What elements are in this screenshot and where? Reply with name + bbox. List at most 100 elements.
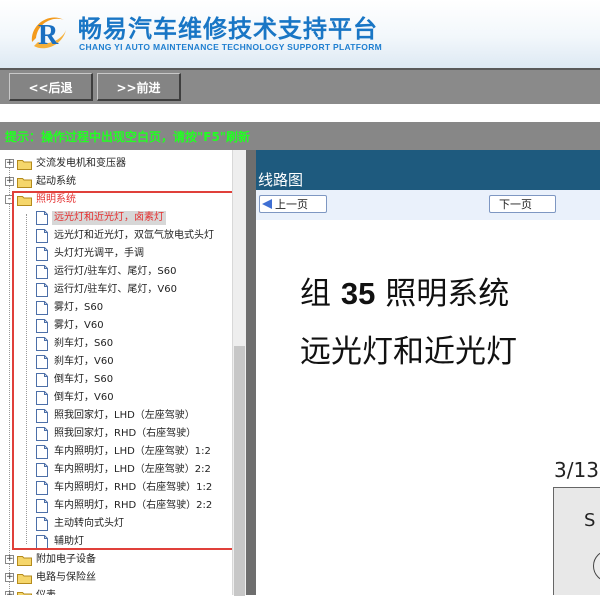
folder-open-icon <box>17 196 32 206</box>
tree-leaf[interactable]: 主动转向式头灯 <box>0 515 232 533</box>
tree-item[interactable]: + 附加电子设备 <box>0 551 232 569</box>
tree-leaf-selected[interactable]: 远光灯和近光灯，卤素灯 <box>0 209 232 227</box>
tree-leaf[interactable]: 车内照明灯，LHD（左座驾驶）1:2 <box>0 443 232 461</box>
tree-leaf[interactable]: 头灯灯光调平，手调 <box>0 245 232 263</box>
folder-icon <box>17 178 32 188</box>
tree-leaf[interactable]: 车内照明灯，RHD（右座驾驶）2:2 <box>0 497 232 515</box>
next-page-label: 下一页 <box>499 198 532 211</box>
tree-leaf-label: 主动转向式头灯 <box>54 518 124 529</box>
tree-leaf[interactable]: 照我回家灯，LHD（左座驾驶） <box>0 407 232 425</box>
panel-splitter[interactable] <box>246 150 256 595</box>
tree-leaf-label: 倒车灯，S60 <box>54 374 114 385</box>
tree-leaf[interactable]: 车内照明灯，RHD（右座驾驶）1:2 <box>0 479 232 497</box>
tree-leaf[interactable]: 刹车灯，V60 <box>0 353 232 371</box>
tree-leaf-label: 照我回家灯，RHD（右座驾驶） <box>54 428 197 439</box>
tree-leaf[interactable]: 辅助灯 <box>0 533 232 551</box>
viewer-panel: 线路图 上一页 下一页 组 35 照明系统 远光灯和近光灯 3/13 S <box>256 150 600 595</box>
back-button[interactable]: <<后退 <box>9 73 93 101</box>
expand-icon[interactable]: + <box>5 555 14 564</box>
tree-leaf[interactable]: 照我回家灯，RHD（右座驾驶） <box>0 425 232 443</box>
app-header: R 畅易汽车维修技术支持平台 CHANG YI AUTO MAINTENANCE… <box>0 0 600 68</box>
document-icon <box>36 535 48 549</box>
tree-leaf-label: 远光灯和近光灯，卤素灯 <box>52 211 166 225</box>
tip-text: 提示：操作过程中出现空白页，请按"F5"刷新 <box>5 130 251 144</box>
tree-item[interactable]: + 起动系统 <box>0 173 232 191</box>
tree-leaf-label: 车内照明灯，LHD（左座驾驶）2:2 <box>54 464 211 475</box>
next-page-button[interactable]: 下一页 <box>489 195 556 213</box>
doc-group-label: 组 <box>300 276 331 312</box>
tree-item[interactable]: + 交流发电机和变压器 <box>0 155 232 173</box>
page-number: 3/13 <box>554 458 599 482</box>
document-icon <box>36 229 48 243</box>
pager-bar: 上一页 下一页 <box>256 190 600 220</box>
folder-icon <box>17 574 32 584</box>
document-icon <box>36 247 48 261</box>
tip-bar: 提示：操作过程中出现空白页，请按"F5"刷新 <box>0 104 600 150</box>
tree-leaf[interactable]: 倒车灯，V60 <box>0 389 232 407</box>
document-icon <box>36 517 48 531</box>
app-title: 畅易汽车维修技术支持平台 <box>78 15 378 43</box>
forward-button[interactable]: >>前进 <box>97 73 181 101</box>
prev-page-label: 上一页 <box>275 198 308 211</box>
document-icon <box>36 445 48 459</box>
collapse-icon[interactable]: - <box>5 195 14 204</box>
document-icon <box>36 301 48 315</box>
document-icon <box>36 319 48 333</box>
tree-item-label: 起动系统 <box>36 176 76 187</box>
tree-panel: + 交流发电机和变压器 + 起动系统 - 照明系统 远光灯和近光灯，卤素灯 远光… <box>0 150 246 595</box>
nav-bar: <<后退 >>前进 <box>0 68 600 104</box>
expand-icon[interactable]: + <box>5 591 14 595</box>
expand-icon[interactable]: + <box>5 573 14 582</box>
tree-leaf-label: 刹车灯，S60 <box>54 338 114 349</box>
tree-item-lighting[interactable]: - 照明系统 <box>0 191 232 209</box>
app-subtitle: CHANG YI AUTO MAINTENANCE TECHNOLOGY SUP… <box>79 42 383 52</box>
document-icon <box>36 391 48 405</box>
logo-icon: R <box>31 17 66 51</box>
tree-item-label: 仪表 <box>34 589 58 595</box>
expand-icon[interactable]: + <box>5 159 14 168</box>
tree-item[interactable]: + 仪表 <box>0 587 232 595</box>
expand-icon[interactable]: + <box>5 177 14 186</box>
tree-scrollbar[interactable] <box>232 150 246 596</box>
doc-title: 照明系统 <box>385 276 510 312</box>
document-icon <box>36 409 48 423</box>
folder-icon <box>17 592 32 595</box>
document-subheading: 远光灯和近光灯 <box>300 334 517 370</box>
tree-leaf[interactable]: 运行灯/驻车灯、尾灯，V60 <box>0 281 232 299</box>
prev-page-button[interactable]: 上一页 <box>259 195 327 213</box>
tree-item-label: 交流发电机和变压器 <box>36 158 126 169</box>
document-icon <box>36 283 48 297</box>
document-icon <box>36 427 48 441</box>
document-icon <box>36 211 48 225</box>
tree-item[interactable]: + 电路与保险丝 <box>0 569 232 587</box>
tree-leaf-label: 照我回家灯，LHD（左座驾驶） <box>54 410 195 421</box>
tree-leaf-label: 运行灯/驻车灯、尾灯，S60 <box>54 266 177 277</box>
tree-leaf[interactable]: 刹车灯，S60 <box>0 335 232 353</box>
tree-leaf[interactable]: 雾灯，S60 <box>0 299 232 317</box>
document-icon <box>36 499 48 513</box>
arrow-left-icon <box>262 199 272 209</box>
tree-leaf[interactable]: 倒车灯，S60 <box>0 371 232 389</box>
document-icon <box>36 463 48 477</box>
diagram-component <box>593 550 600 582</box>
folder-icon <box>17 556 32 566</box>
tree-leaf-label: 远光灯和近光灯，双氙气放电式头灯 <box>54 230 214 241</box>
tree-leaf[interactable]: 运行灯/驻车灯、尾灯，S60 <box>0 263 232 281</box>
tree-leaf-label: 倒车灯，V60 <box>54 392 114 403</box>
tree-leaf[interactable]: 车内照明灯，LHD（左座驾驶）2:2 <box>0 461 232 479</box>
doc-group-number: 35 <box>340 276 376 311</box>
viewer-title: 线路图 <box>258 171 304 189</box>
svg-text:R: R <box>38 20 59 51</box>
tree-item-label: 附加电子设备 <box>36 554 96 565</box>
tree-leaf[interactable]: 雾灯，V60 <box>0 317 232 335</box>
document-icon <box>36 337 48 351</box>
scrollbar-thumb[interactable] <box>234 346 245 596</box>
folder-icon <box>17 160 32 170</box>
tree-leaf-label: 运行灯/驻车灯、尾灯，V60 <box>54 284 177 295</box>
tree-leaf-label: 雾灯，S60 <box>54 302 104 313</box>
document-icon <box>36 355 48 369</box>
tree-leaf-label: 车内照明灯，RHD（右座驾驶）2:2 <box>54 500 213 511</box>
document-heading: 组 35 照明系统 <box>300 268 509 313</box>
tree-leaf[interactable]: 远光灯和近光灯，双氙气放电式头灯 <box>0 227 232 245</box>
wiring-diagram: S <box>553 487 600 595</box>
